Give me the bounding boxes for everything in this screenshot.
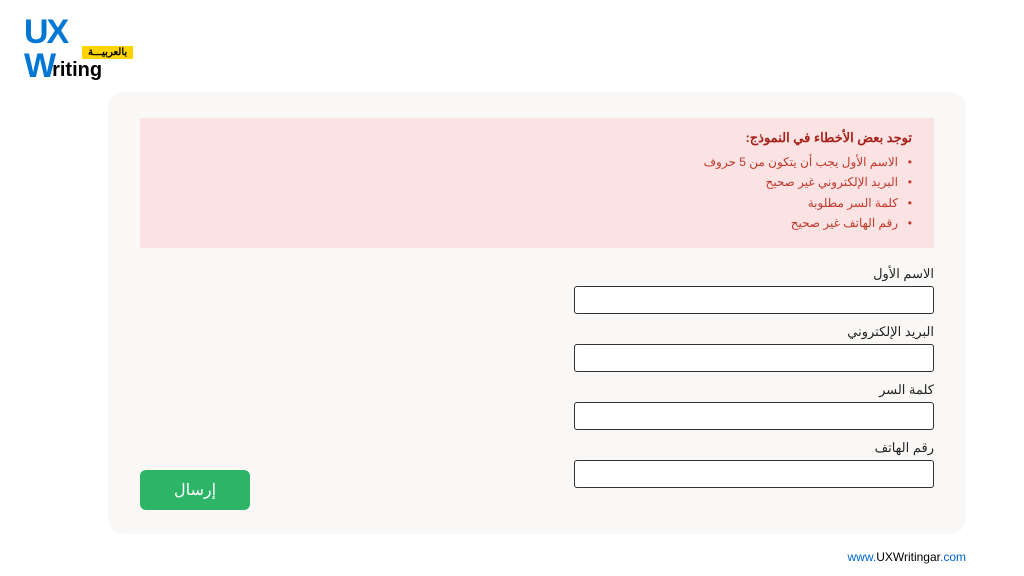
password-input[interactable] [574,402,934,430]
email-input[interactable] [574,344,934,372]
form-container: توجد بعض الأخطاء في النموذج: الاسم الأول… [108,92,966,534]
error-item: رقم الهاتف غير صحيح [162,213,912,233]
brand-logo: UX W riting بالعربيـــة [24,18,102,86]
phone-label: رقم الهاتف [574,440,934,456]
submit-button[interactable]: إرسال [140,470,250,510]
error-panel: توجد بعض الأخطاء في النموذج: الاسم الأول… [140,118,934,248]
error-item: الاسم الأول يجب أن يتكون من 5 حروف [162,152,912,172]
first-name-input[interactable] [574,286,934,314]
field-group-first-name: الاسم الأول [574,266,934,314]
first-name-label: الاسم الأول [574,266,934,282]
footer-link[interactable]: www.UXWritingar.com [848,550,966,564]
footer-suffix: .com [940,550,966,564]
error-item: البريد الإلكتروني غير صحيح [162,172,912,192]
error-list: الاسم الأول يجب أن يتكون من 5 حروف البري… [162,152,912,234]
logo-w-text: W [24,47,54,86]
fields-wrapper: الاسم الأول البريد الإلكتروني كلمة السر … [574,266,934,488]
logo-arabic-tag: بالعربيـــة [82,46,133,59]
field-group-password: كلمة السر [574,382,934,430]
password-label: كلمة السر [574,382,934,398]
error-title: توجد بعض الأخطاء في النموذج: [162,130,912,146]
error-item: كلمة السر مطلوبة [162,193,912,213]
logo-riting-text: riting [52,59,102,82]
email-label: البريد الإلكتروني [574,324,934,340]
footer-domain: UXWritingar [876,550,940,564]
footer-prefix: www. [848,550,877,564]
phone-input[interactable] [574,460,934,488]
logo-ux-text: UX [24,18,102,47]
field-group-phone: رقم الهاتف [574,440,934,488]
field-group-email: البريد الإلكتروني [574,324,934,372]
